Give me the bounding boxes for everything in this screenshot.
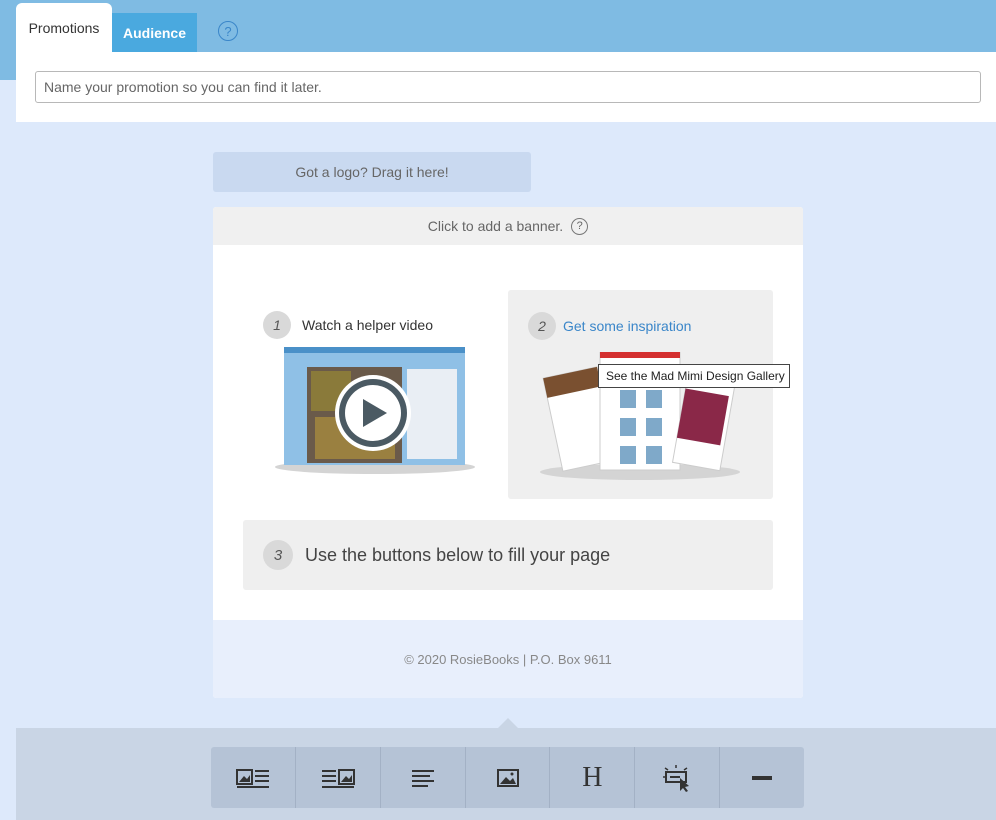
card-footer[interactable]: © 2020 RosieBooks | P.O. Box 9611 <box>213 620 803 698</box>
step-one-label: Watch a helper video <box>302 317 433 333</box>
button-icon <box>663 764 690 792</box>
step-number: 3 <box>263 540 293 570</box>
image-button[interactable] <box>466 747 551 808</box>
step-number: 2 <box>528 312 556 340</box>
text-block-button[interactable] <box>381 747 466 808</box>
tooltip: See the Mad Mimi Design Gallery <box>598 364 790 388</box>
step-three-label: Use the buttons below to fill your page <box>305 544 611 565</box>
inspiration-link[interactable]: Get some inspiration <box>563 318 691 334</box>
toolbar-pointer <box>498 718 518 728</box>
banner-help-icon[interactable]: ? <box>571 217 589 235</box>
step-number: 1 <box>263 311 291 339</box>
image-right-text-button[interactable] <box>296 747 381 808</box>
tab-promotions[interactable]: Promotions <box>16 3 112 52</box>
helper-video-thumbnail[interactable] <box>275 347 475 477</box>
help-icon[interactable]: ? <box>218 21 238 41</box>
promotion-name-input[interactable] <box>35 71 981 103</box>
step-three: 3 Use the buttons below to fill your pag… <box>243 520 773 590</box>
promotion-card: Click to add a banner. ? 1 Watch a helpe… <box>213 207 803 698</box>
content-toolbar: H <box>211 747 804 808</box>
divider-button[interactable] <box>720 747 804 808</box>
image-left-text-button[interactable] <box>211 747 296 808</box>
banner-label: Click to add a banner. <box>427 218 564 234</box>
step-two: 2 Get some inspiration <box>528 312 691 340</box>
banner-area[interactable]: Click to add a banner. ? <box>213 207 803 245</box>
heading-icon: H <box>582 761 603 793</box>
heading-button[interactable]: H <box>550 747 636 808</box>
image-right-text-icon <box>321 768 355 788</box>
divider-icon <box>752 775 773 780</box>
step-one: 1 Watch a helper video <box>263 311 433 339</box>
image-left-text-icon <box>235 768 269 788</box>
logo-drop-zone[interactable]: Got a logo? Drag it here! <box>213 152 531 192</box>
image-icon <box>496 768 519 787</box>
name-bar <box>16 52 996 122</box>
tab-audience[interactable]: Audience <box>112 13 197 52</box>
text-block-icon <box>411 769 434 787</box>
inspiration-panel[interactable]: 2 Get some inspiration <box>508 290 773 499</box>
call-to-action-button[interactable] <box>635 747 721 808</box>
